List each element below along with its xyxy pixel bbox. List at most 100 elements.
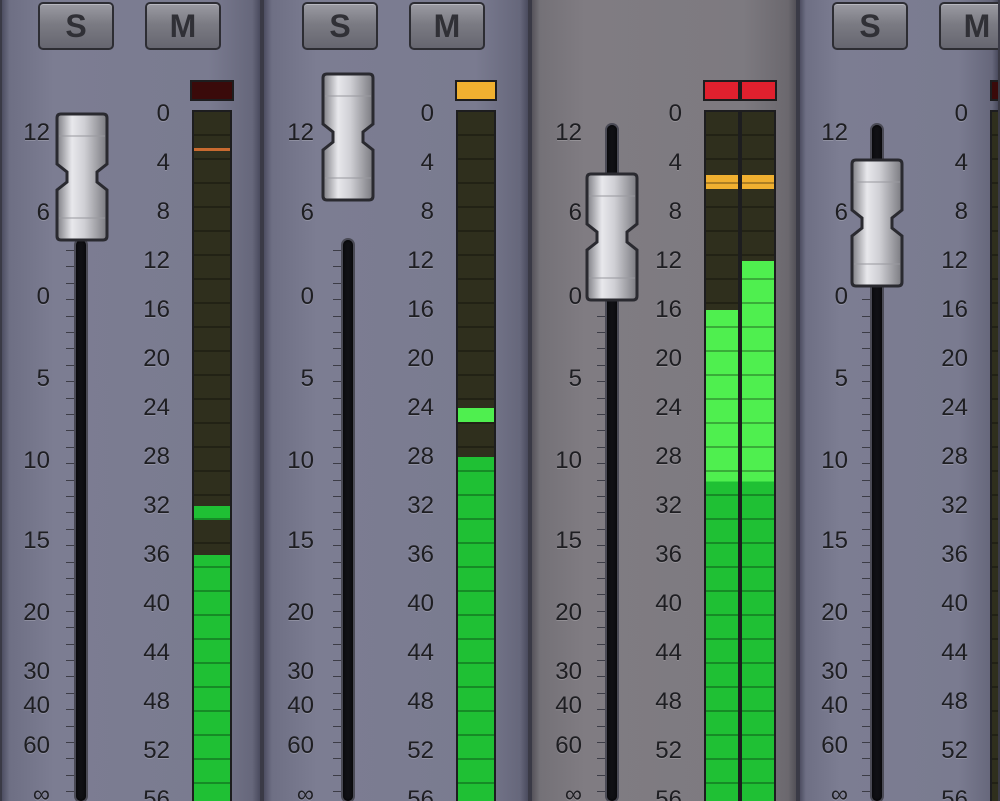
fader-scale-label: 12 — [821, 119, 848, 146]
fader-scale-label: 5 — [834, 365, 848, 392]
fader-tick — [597, 791, 606, 792]
fader-scale-label: 5 — [568, 365, 582, 392]
fader-tick — [333, 578, 342, 579]
fader-tick — [66, 693, 75, 694]
fader-tick — [66, 726, 75, 727]
meter-scale-label: 28 — [143, 443, 170, 470]
fader-scale-label: 6 — [300, 199, 314, 226]
fader-tick — [597, 316, 606, 317]
meter-grid — [706, 112, 738, 801]
fader-tick — [333, 414, 342, 415]
fader-tick — [862, 447, 871, 448]
fader-tick — [597, 529, 606, 530]
fader-tick — [597, 447, 606, 448]
meter-scale-label: 40 — [941, 590, 968, 617]
meter-scale-label: 8 — [668, 198, 682, 225]
meter-scale-label: 16 — [655, 296, 682, 323]
meter-scale-label: 36 — [143, 541, 170, 568]
solo-button[interactable]: S — [302, 2, 378, 50]
mute-button[interactable]: M — [939, 2, 998, 50]
fader-tick — [66, 627, 75, 628]
fader-tick — [333, 250, 342, 251]
meter-scale-label: 12 — [407, 247, 434, 274]
solo-button[interactable]: S — [38, 2, 114, 50]
fader-tick — [66, 709, 75, 710]
fader-tick — [862, 496, 871, 497]
fader-tick — [333, 676, 342, 677]
fader-tick — [66, 545, 75, 546]
mute-button[interactable]: M — [409, 2, 485, 50]
mute-button[interactable]: M — [145, 2, 221, 50]
fader-tick — [66, 398, 75, 399]
fader-track[interactable] — [343, 240, 353, 801]
fader-tick — [333, 644, 342, 645]
fader-tick — [597, 594, 606, 595]
meter-scale-label: 4 — [420, 149, 434, 176]
meter-scale-label: 36 — [941, 541, 968, 568]
fader-tick — [862, 398, 871, 399]
fader-tick — [333, 480, 342, 481]
fader-tick — [66, 365, 75, 366]
fader-tick — [597, 676, 606, 677]
fader-knob-icon[interactable] — [55, 112, 109, 242]
fader-tick — [862, 545, 871, 546]
meter-grid — [458, 112, 494, 801]
fader-tick — [333, 775, 342, 776]
meter-scale-label: 24 — [143, 394, 170, 421]
meter-scale-label: 36 — [655, 541, 682, 568]
fader-scale-label: 60 — [821, 732, 848, 759]
fader-tick — [333, 299, 342, 300]
fader-tick — [862, 365, 871, 366]
clip-indicator[interactable] — [705, 82, 738, 99]
clip-indicator[interactable] — [992, 82, 998, 99]
fader-tick — [862, 627, 871, 628]
clip-indicator[interactable] — [192, 82, 232, 99]
fader-tick — [862, 644, 871, 645]
meter-scale-label: 52 — [143, 737, 170, 764]
solo-button[interactable]: S — [832, 2, 908, 50]
fader-tick — [333, 726, 342, 727]
fader-tick — [66, 250, 75, 251]
fader-tick — [66, 348, 75, 349]
fader-tick — [597, 480, 606, 481]
fader-scale-label: 15 — [287, 527, 314, 554]
fader-tick — [597, 726, 606, 727]
fader-tick — [66, 332, 75, 333]
fader-scale-label: 15 — [555, 527, 582, 554]
fader-tick — [862, 726, 871, 727]
fader-tick — [333, 381, 342, 382]
level-meter — [992, 112, 998, 801]
fader-track[interactable] — [76, 240, 86, 801]
fader-tick — [333, 316, 342, 317]
meter-scale-label: 20 — [941, 345, 968, 372]
fader-tick — [862, 480, 871, 481]
fader-tick — [597, 758, 606, 759]
fader-tick — [862, 758, 871, 759]
fader-tick — [862, 299, 871, 300]
meter-scale-label: 32 — [143, 492, 170, 519]
fader-scale-label: 0 — [300, 283, 314, 310]
fader-knob-icon[interactable] — [585, 172, 639, 302]
peak-hold-line — [194, 148, 230, 151]
fader-scale-label: 30 — [23, 658, 50, 685]
meter-scale-label: 36 — [407, 541, 434, 568]
fader-tick — [66, 578, 75, 579]
fader-scale-label: 0 — [568, 283, 582, 310]
meter-scale-label: 8 — [954, 198, 968, 225]
fader-scale-label: ∞ — [32, 781, 50, 801]
fader-tick — [862, 529, 871, 530]
fader-scale-label: 30 — [555, 658, 582, 685]
fader-knob-icon[interactable] — [850, 158, 904, 288]
fader-tick — [66, 266, 75, 267]
fader-tick — [333, 447, 342, 448]
clip-indicator[interactable] — [742, 82, 775, 99]
fader-tick — [66, 447, 75, 448]
fader-tick — [862, 660, 871, 661]
fader-tick — [66, 758, 75, 759]
fader-knob-icon[interactable] — [321, 72, 375, 202]
clip-indicator[interactable] — [457, 82, 495, 99]
fader-tick — [333, 693, 342, 694]
level-meter — [742, 112, 774, 801]
fader-scale-label: 10 — [23, 447, 50, 474]
fader-scale-label: 20 — [23, 599, 50, 626]
